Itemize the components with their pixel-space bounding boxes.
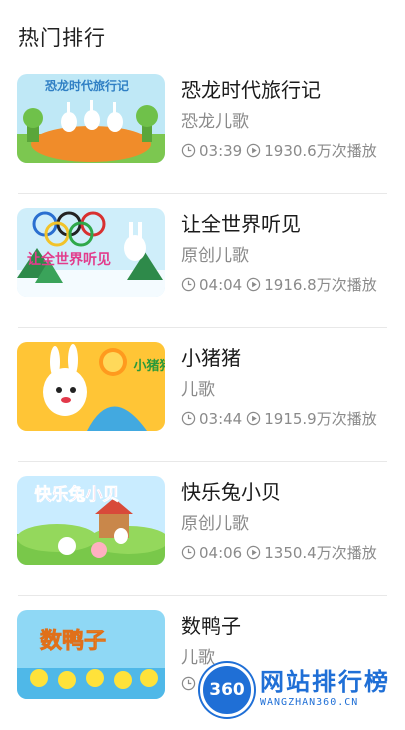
duration-text: 04:06	[199, 543, 243, 562]
clock-icon	[181, 143, 196, 158]
clock-icon	[181, 545, 196, 560]
play-count-text: 1350.4万次播放	[264, 544, 377, 562]
thumbnail-text: 让全世界听见	[27, 251, 111, 268]
list-item[interactable]: 小猪猪 小猪猪 儿歌 03:44 1915.9万次播放	[0, 328, 405, 462]
video-thumbnail[interactable]: 让全世界听见	[17, 208, 165, 297]
item-subtitle: 儿歌	[181, 648, 215, 668]
item-title: 恐龙时代旅行记	[181, 78, 321, 102]
play-count-text: 1916.8万次播放	[264, 276, 377, 294]
video-thumbnail[interactable]: 小猪猪	[17, 342, 165, 431]
item-title: 快乐兔小贝	[181, 480, 281, 504]
item-meta: 03:44 1915.9万次播放	[181, 408, 377, 429]
item-title: 数鸭子	[181, 614, 241, 638]
ranking-list: 恐龙时代旅行记 恐龙时代旅行记 恐龙儿歌 03:39 1930.6万次播放 让全…	[0, 60, 405, 730]
duration-text: 03:39	[199, 141, 243, 160]
clock-icon	[181, 411, 196, 426]
play-circle-icon	[246, 545, 261, 560]
thumbnail-text: 恐龙时代旅行记	[45, 78, 129, 93]
clock-icon	[181, 277, 196, 292]
thumbnail-text: 小猪猪	[133, 358, 165, 374]
clock-icon	[181, 676, 196, 691]
video-thumbnail[interactable]: 数鸭子	[17, 610, 165, 699]
play-circle-icon	[246, 411, 261, 426]
play-circle-icon	[246, 277, 261, 292]
list-item[interactable]: 数鸭子 数鸭子 儿歌	[0, 596, 405, 730]
list-item[interactable]: 让全世界听见 让全世界听见 原创儿歌 04:04 1916.8万次播放	[0, 194, 405, 328]
video-thumbnail[interactable]: 快乐兔小贝	[17, 476, 165, 565]
item-title: 让全世界听见	[181, 212, 301, 236]
play-count-text: 1930.6万次播放	[264, 142, 377, 160]
list-item[interactable]: 恐龙时代旅行记 恐龙时代旅行记 恐龙儿歌 03:39 1930.6万次播放	[0, 60, 405, 194]
thumbnail-text: 快乐兔小贝	[35, 484, 120, 505]
item-meta: 03:39 1930.6万次播放	[181, 140, 377, 161]
play-circle-icon	[203, 676, 218, 691]
item-meta: 04:04 1916.8万次播放	[181, 274, 377, 295]
item-title: 小猪猪	[181, 346, 241, 370]
item-subtitle: 儿歌	[181, 380, 215, 400]
play-circle-icon	[246, 143, 261, 158]
duration-text: 03:44	[199, 409, 243, 428]
item-subtitle: 原创儿歌	[181, 514, 249, 534]
item-meta	[181, 676, 221, 691]
play-count-text: 1915.9万次播放	[264, 410, 377, 428]
list-item[interactable]: 快乐兔小贝 快乐兔小贝 原创儿歌 04:06 1350.4万次播放	[0, 462, 405, 596]
item-subtitle: 原创儿歌	[181, 246, 249, 266]
item-meta: 04:06 1350.4万次播放	[181, 542, 377, 563]
item-subtitle: 恐龙儿歌	[181, 112, 249, 132]
page-title: 热门排行	[18, 26, 106, 50]
thumbnail-text: 数鸭子	[40, 628, 106, 654]
duration-text: 04:04	[199, 275, 243, 294]
video-thumbnail[interactable]: 恐龙时代旅行记	[17, 74, 165, 163]
